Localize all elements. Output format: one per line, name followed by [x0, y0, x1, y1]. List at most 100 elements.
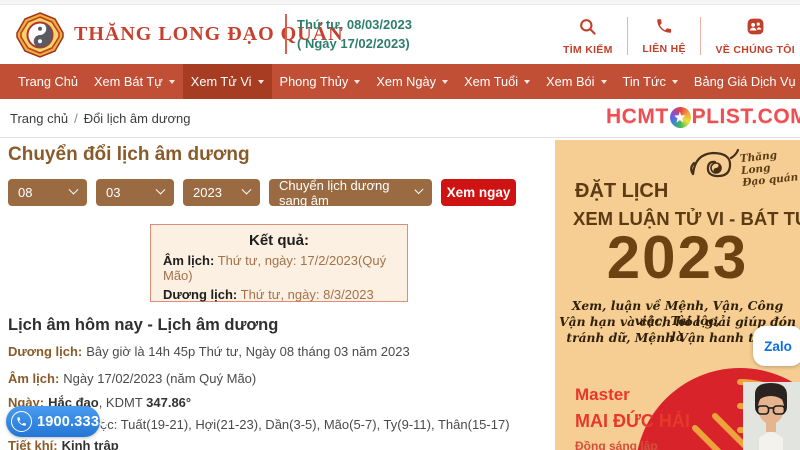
nav-label: Xem Bói — [546, 74, 595, 89]
nav-item-xem-tuoi[interactable]: Xem Tuổi — [456, 64, 538, 99]
result-lunar-row: Âm lịch: Thứ tư, ngày: 17/2/2023(Quý Mão… — [163, 253, 407, 283]
search-button[interactable]: TÌM KIẾM — [563, 17, 613, 56]
ad-year: 2023 — [606, 224, 749, 291]
breadcrumb-home[interactable]: Trang chủ — [10, 111, 68, 126]
day-select[interactable]: 08 — [8, 179, 87, 206]
dragon-logo-icon — [685, 144, 741, 193]
chevron-down-icon — [524, 79, 531, 84]
result-box: Kết quả: Âm lịch: Thứ tư, ngày: 17/2/202… — [150, 224, 408, 302]
result-lunar-label: Âm lịch: — [163, 253, 215, 268]
chevron-down-icon — [68, 184, 79, 195]
breadcrumb-separator: / — [74, 111, 78, 126]
day-select-value: 08 — [18, 185, 33, 200]
watermark: HCMT ★ PLIST.COM — [606, 105, 800, 129]
nav-item-xem-ngay[interactable]: Xem Ngày — [368, 64, 456, 99]
chevron-down-icon — [168, 79, 175, 84]
zalo-label: Zalo — [764, 338, 792, 354]
today-solar-line: Dương lịch: Bây giờ là 14h 45p Thứ tư, Ng… — [8, 344, 410, 359]
nav-label: Bảng Giá Dịch Vụ — [693, 74, 796, 89]
hotline-number: 1900.3333 — [37, 413, 108, 430]
page-title: Chuyển đổi lịch âm dương — [8, 144, 250, 165]
today-season-value: Kinh trập — [61, 438, 119, 450]
browser-top-strip — [0, 0, 800, 5]
ad-master-title: Master — [575, 385, 630, 404]
nav-label: Xem Tử Vi — [190, 74, 252, 89]
master-photo — [743, 382, 800, 450]
breadcrumb: Trang chủ / Đổi lịch âm dương — [10, 111, 191, 126]
today-day-mid: , KDMT — [98, 395, 147, 410]
nav-item-tu-vi[interactable]: Xem Tử Vi — [182, 64, 272, 99]
today-hours-fragment: ệc: Tuất(19-21), Hợi(21-23), Dần(3-5), M… — [100, 417, 510, 432]
nav-label: Xem Ngày — [376, 74, 437, 89]
today-lunar-value: Ngày 17/02/2023 (năm Quý Mão) — [63, 371, 257, 386]
year-select-value: 2023 — [193, 185, 222, 200]
breadcrumb-current: Đổi lịch âm dương — [83, 111, 191, 126]
converter-form: 08 03 2023 Chuyển lịch dương sang âm Xem… — [8, 177, 516, 208]
ad-brand-script: Thăng Long Đạo quán — [739, 147, 800, 189]
chevron-down-icon — [241, 184, 252, 195]
header-action-divider — [626, 17, 628, 55]
submit-button[interactable]: Xem ngay — [441, 179, 516, 206]
today-solar-value: Bây giờ là 14h 45p Thứ tư, Ngày 08 tháng… — [86, 344, 410, 359]
chevron-down-icon — [600, 79, 607, 84]
header-action-divider — [700, 17, 702, 55]
ad-headline-line1: ĐẶT LỊCH — [575, 180, 669, 202]
search-label: TÌM KIẾM — [563, 43, 613, 56]
nav-label: Xem Tuổi — [464, 74, 519, 89]
mode-select[interactable]: Chuyển lịch dương sang âm — [269, 177, 432, 208]
nav-item-xem-boi[interactable]: Xem Bói — [538, 64, 614, 99]
star-circle-icon: ★ — [669, 106, 691, 128]
phone-icon — [655, 17, 673, 40]
header-date: Thứ tư, 08/03/2023 ( Ngày 17/02/2023) — [297, 15, 412, 53]
today-day-degree: 347.86° — [146, 395, 192, 410]
today-lunar-line: Âm lịch: Ngày 17/02/2023 (năm Quý Mão) — [8, 371, 256, 386]
contact-button[interactable]: LIÊN HỆ — [642, 17, 686, 55]
month-select[interactable]: 03 — [96, 179, 174, 206]
nav-label: Trang Chủ — [18, 74, 78, 89]
chevron-down-icon — [155, 184, 166, 195]
chevron-down-icon — [354, 79, 361, 84]
today-section-title: Lịch âm hôm nay - Lịch âm dương — [8, 316, 279, 334]
watermark-text-left: HCMT — [606, 105, 669, 128]
result-solar-value: Thứ tư, ngày: 8/3/2023 — [240, 287, 374, 302]
today-season-label: Tiết khí: — [8, 438, 58, 450]
today-lunar-label: Âm lịch: — [8, 371, 60, 386]
header-date-solar: Thứ tư, 08/03/2023 — [297, 17, 412, 32]
header-actions: TÌM KIẾM LIÊN HỆ VỀ CHÚNG TÔI — [563, 12, 795, 60]
result-solar-label: Dương lịch: — [163, 287, 238, 302]
star-glyph: ★ — [674, 110, 686, 124]
nav-label: Phong Thủy — [279, 74, 349, 89]
mode-select-value: Chuyển lịch dương sang âm — [279, 177, 390, 208]
zalo-badge[interactable]: Zalo — [753, 326, 800, 366]
ad-master-role: Đồng sáng lập — [575, 439, 658, 450]
sidebar-ad-banner[interactable]: Thăng Long Đạo quán ĐẶT LỊCH XEM LUẬN TỬ… — [555, 140, 800, 450]
header-date-lunar: ( Ngày 17/02/2023) — [297, 36, 410, 51]
people-icon — [746, 17, 765, 41]
year-select[interactable]: 2023 — [183, 179, 260, 206]
today-solar-label: Dương lịch: — [8, 344, 83, 359]
chevron-down-icon — [671, 79, 678, 84]
watermark-text-right: PLIST.COM — [691, 105, 800, 128]
month-select-value: 03 — [106, 185, 121, 200]
about-label: VỀ CHÚNG TÔI — [715, 43, 795, 56]
result-solar-row: Dương lịch: Thứ tư, ngày: 8/3/2023 — [163, 287, 407, 302]
site-header: THĂNG LONG ĐẠO QUÁN Thứ tư, 08/03/2023 (… — [0, 6, 800, 64]
phone-icon — [11, 411, 32, 432]
site-logo[interactable] — [16, 12, 64, 58]
nav-item-phong-thuy[interactable]: Phong Thủy — [272, 64, 369, 99]
nav-item-home[interactable]: Trang Chủ — [10, 64, 86, 99]
today-hours-line: ệc: Tuất(19-21), Hợi(21-23), Dần(3-5), M… — [100, 417, 510, 432]
result-title: Kết quả: — [249, 232, 309, 249]
search-icon — [578, 17, 597, 41]
nav-item-bat-tu[interactable]: Xem Bát Tự — [86, 64, 183, 99]
nav-item-bang-gia[interactable]: Bảng Giá Dịch Vụ — [686, 64, 800, 99]
nav-item-tin-tuc[interactable]: Tin Tức — [615, 64, 686, 99]
contact-label: LIÊN HỆ — [642, 43, 686, 55]
nav-label: Tin Tức — [622, 74, 666, 89]
about-button[interactable]: VỀ CHÚNG TÔI — [716, 17, 795, 56]
ad-master-name: MAI ĐỨC HẢI — [575, 411, 690, 431]
hotline-button[interactable]: 1900.3333 — [6, 406, 107, 437]
header-divider — [285, 14, 287, 54]
page-root: THĂNG LONG ĐẠO QUÁN Thứ tư, 08/03/2023 (… — [0, 0, 800, 450]
today-season-line: Tiết khí: Kinh trập — [8, 438, 119, 450]
